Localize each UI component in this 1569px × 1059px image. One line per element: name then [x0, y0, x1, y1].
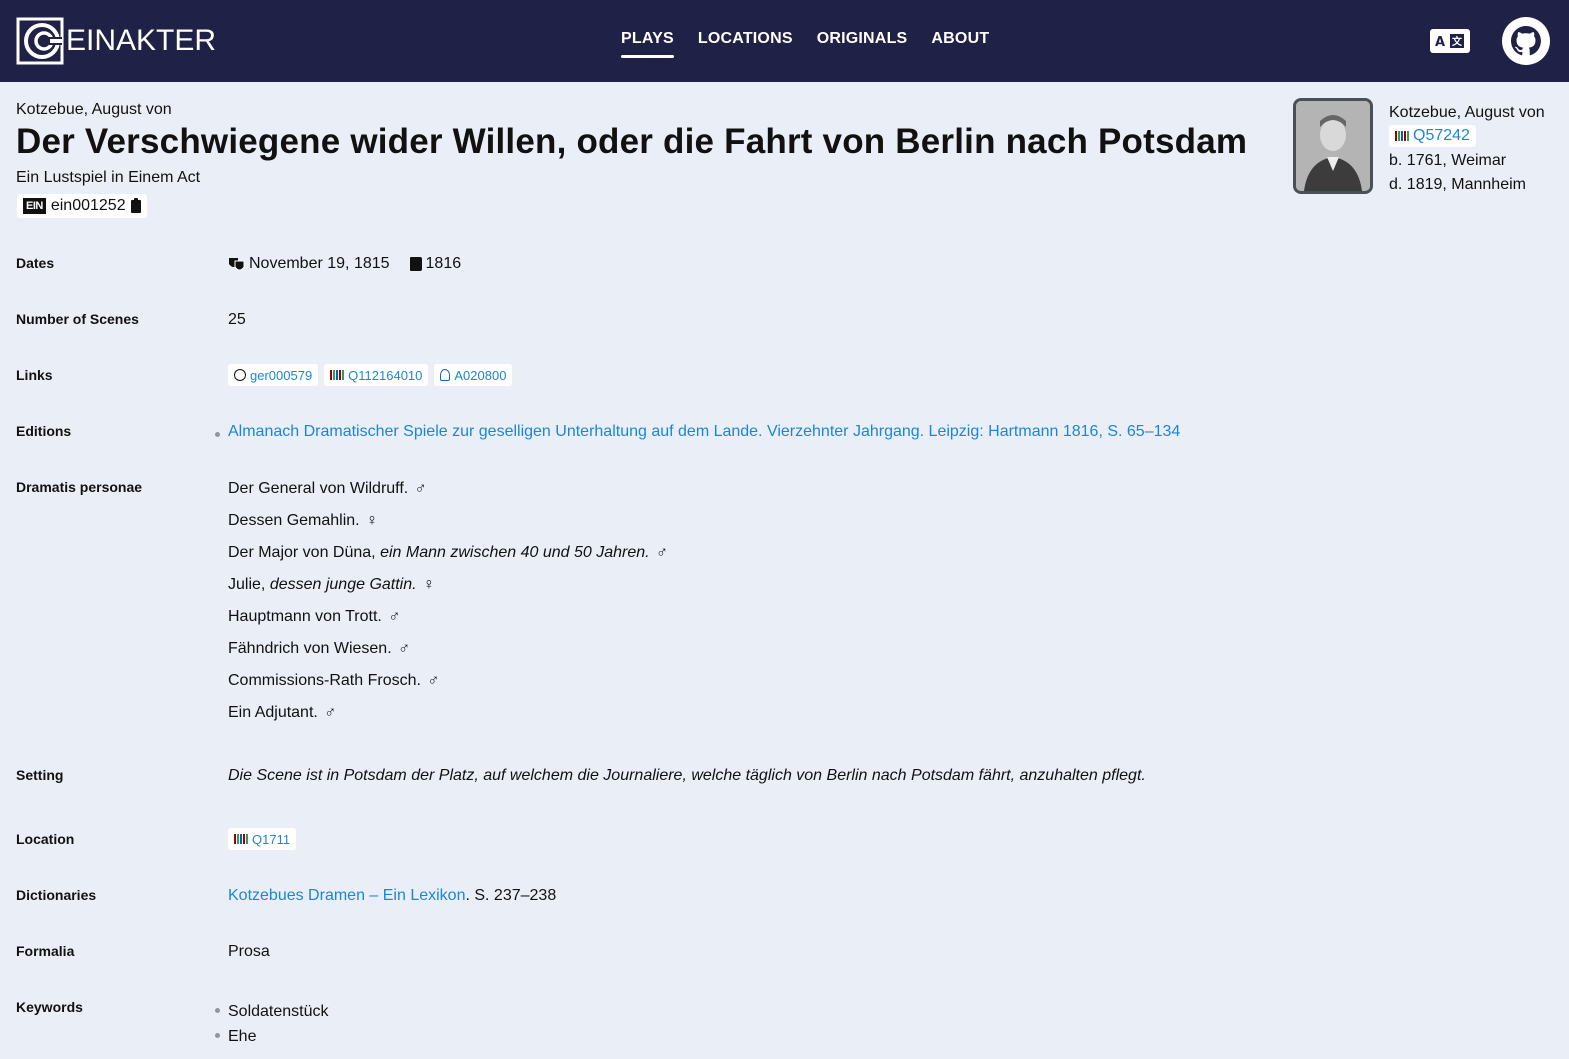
- character-description: dessen junge Gattin.: [269, 576, 417, 593]
- theater-masks-icon: [229, 258, 245, 271]
- premiere-date: November 19, 1815: [249, 255, 390, 272]
- male-icon: ♂: [414, 480, 427, 497]
- editions-label: Editions: [16, 423, 72, 439]
- edition-link[interactable]: Almanach Dramatischer Spiele zur geselli…: [228, 423, 1180, 440]
- play-id-badge[interactable]: EIN ein001252: [17, 194, 147, 218]
- setting-label: Setting: [16, 767, 64, 783]
- formalia-label: Formalia: [16, 943, 75, 959]
- play-subtitle: Ein Lustspiel in Einem Act: [16, 169, 201, 186]
- gnd-chip[interactable]: A020800: [434, 364, 513, 386]
- play-id: ein001252: [50, 197, 126, 214]
- keywords-label: Keywords: [16, 999, 83, 1015]
- list-item: Commissions-Rath Frosch. ♂: [228, 671, 668, 703]
- links-value: ger000579 Q112164010 A020800: [228, 364, 513, 386]
- book-icon: [409, 257, 422, 271]
- location-value: Q1711: [228, 828, 297, 850]
- svg-text:文: 文: [1452, 35, 1463, 48]
- character-name: Der Major von Düna,: [228, 544, 376, 561]
- logo-text: EINAKTER: [66, 24, 217, 57]
- translate-icon[interactable]: A 文: [1430, 29, 1470, 53]
- nav-about[interactable]: ABOUT: [931, 30, 989, 58]
- scenes-value: 25: [228, 311, 246, 328]
- male-icon: ♂: [324, 704, 337, 721]
- play-author[interactable]: Kotzebue, August von: [16, 101, 172, 119]
- svg-text:A: A: [1435, 35, 1445, 50]
- top-navigation-bar: EINAKTER PLAYS LOCATIONS ORIGINALS ABOUT…: [0, 0, 1569, 82]
- list-item: Hauptmann von Trott. ♂: [228, 607, 668, 639]
- character-name: Commissions-Rath Frosch.: [228, 672, 421, 689]
- editions-list: Almanach Dramatischer Spiele zur geselli…: [214, 423, 1180, 441]
- gnd-link[interactable]: A020800: [454, 368, 506, 383]
- einakter-logo-icon: [16, 17, 64, 65]
- wikidata-link[interactable]: Q112164010: [348, 368, 422, 383]
- character-description: ein Mann zwischen 40 und 50 Jahren.: [380, 544, 650, 561]
- dramatis-label: Dramatis personae: [16, 479, 143, 495]
- wikidata-icon: [234, 834, 248, 844]
- location-wikidata-chip[interactable]: Q1711: [228, 828, 297, 850]
- author-portrait: [1293, 98, 1373, 194]
- male-icon: ♂: [427, 672, 440, 689]
- female-icon: ♀: [366, 512, 379, 529]
- main-nav: PLAYS LOCATIONS ORIGINALS ABOUT: [621, 30, 989, 58]
- scenes-label: Number of Scenes: [16, 311, 139, 327]
- language-switch-glyph: A 文: [1435, 34, 1464, 50]
- list-item: Dessen Gemahlin. ♀: [228, 511, 668, 543]
- author-wikidata-link[interactable]: Q57242: [1413, 124, 1470, 148]
- list-item: Der General von Wildruff. ♂: [228, 479, 668, 511]
- list-item: Ein Adjutant. ♂: [228, 703, 668, 735]
- setting-value: Die Scene ist in Potsdam der Platz, auf …: [228, 767, 1146, 784]
- print-date: 1816: [425, 255, 462, 272]
- dictionaries-value: Kotzebues Dramen – Ein Lexikon. S. 237–2…: [228, 887, 556, 905]
- male-icon: ♂: [388, 608, 401, 625]
- dictionary-pages: . S. 237–238: [465, 887, 557, 904]
- character-name: Dessen Gemahlin.: [228, 512, 360, 529]
- clipboard-icon[interactable]: [130, 197, 141, 213]
- nav-originals[interactable]: ORIGINALS: [817, 30, 908, 58]
- github-icon[interactable]: [1502, 17, 1550, 65]
- dracor-link[interactable]: ger000579: [250, 368, 312, 383]
- nav-locations[interactable]: LOCATIONS: [698, 30, 793, 58]
- character-name: Ein Adjutant.: [228, 704, 318, 721]
- list-item: Fähndrich von Wiesen. ♂: [228, 639, 668, 671]
- author-card: Kotzebue, August von Q57242 b. 1761, Wei…: [1389, 101, 1545, 197]
- dracor-icon: [234, 369, 246, 381]
- male-icon: ♂: [398, 640, 411, 657]
- keywords-list: Soldatenstück Ehe: [215, 999, 329, 1049]
- person-icon: [440, 369, 451, 381]
- location-wikidata-link[interactable]: Q1711: [252, 832, 290, 847]
- page-title: Der Verschwiegene wider Willen, oder die…: [16, 122, 1248, 161]
- site-logo[interactable]: EINAKTER: [16, 17, 216, 65]
- nav-plays[interactable]: PLAYS: [621, 30, 674, 58]
- einakter-id-icon: EIN: [23, 198, 46, 214]
- author-born: b. 1761, Weimar: [1389, 152, 1507, 169]
- wikidata-icon: [1395, 131, 1409, 141]
- dates-label: Dates: [16, 255, 55, 271]
- dictionary-link[interactable]: Kotzebues Dramen – Ein Lexikon: [228, 887, 465, 904]
- character-name: Julie,: [228, 576, 266, 593]
- formalia-value: Prosa: [228, 943, 270, 960]
- location-label: Location: [16, 831, 75, 847]
- author-card-name: Kotzebue, August von: [1389, 104, 1545, 121]
- dates-value: November 19, 1815 1816: [228, 255, 461, 273]
- list-item: Ehe: [215, 1024, 329, 1049]
- author-died: d. 1819, Mannheim: [1389, 176, 1526, 193]
- portrait-image: [1296, 101, 1370, 191]
- wikidata-chip[interactable]: Q112164010: [324, 364, 429, 386]
- character-name: Hauptmann von Trott.: [228, 608, 382, 625]
- female-icon: ♀: [423, 576, 436, 593]
- wikidata-icon: [330, 370, 345, 380]
- list-item: Almanach Dramatischer Spiele zur geselli…: [214, 423, 1180, 441]
- character-name: Fähndrich von Wiesen.: [228, 640, 392, 657]
- links-label: Links: [16, 367, 53, 383]
- dictionaries-label: Dictionaries: [16, 887, 97, 903]
- list-item: Der Major von Düna, ein Mann zwischen 40…: [228, 543, 668, 575]
- author-wikidata-chip[interactable]: Q57242: [1389, 125, 1476, 147]
- cast-list: Der General von Wildruff. ♂ Dessen Gemah…: [228, 479, 668, 735]
- list-item: Julie, dessen junge Gattin. ♀: [228, 575, 668, 607]
- male-icon: ♂: [656, 544, 669, 561]
- character-name: Der General von Wildruff.: [228, 480, 409, 497]
- dracor-chip[interactable]: ger000579: [228, 364, 319, 386]
- list-item: Soldatenstück: [215, 999, 329, 1024]
